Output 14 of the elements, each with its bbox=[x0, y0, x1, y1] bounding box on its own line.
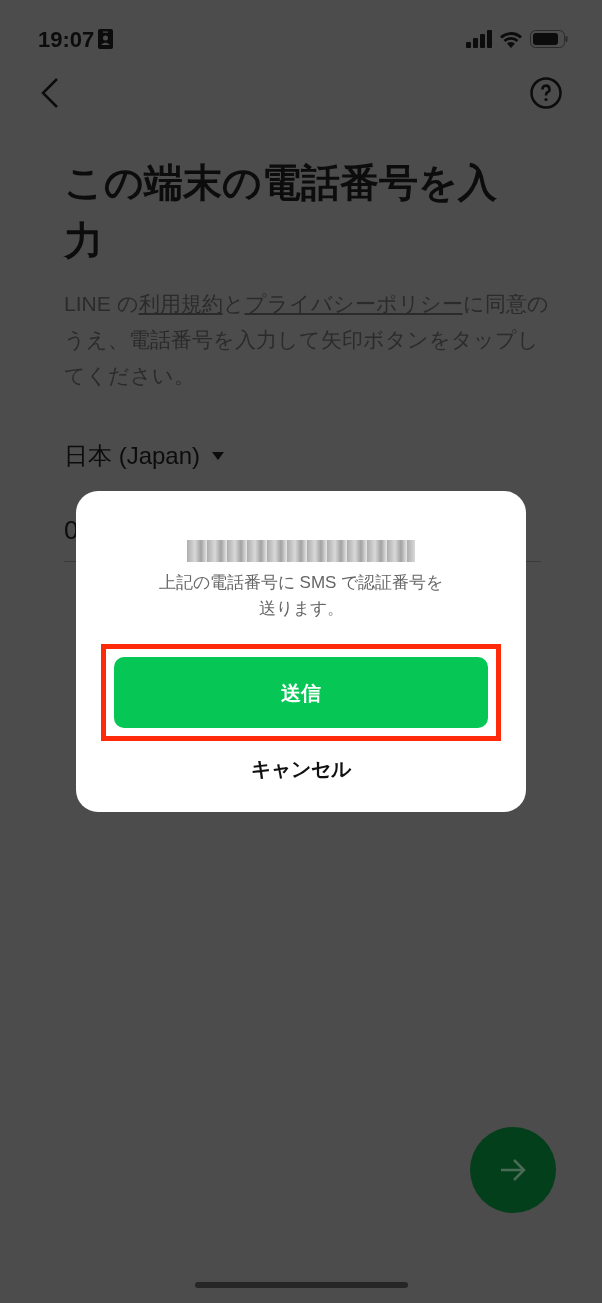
send-button[interactable]: 送信 bbox=[114, 657, 488, 728]
id-card-icon bbox=[98, 29, 114, 49]
dialog-message: 上記の電話番号に SMS で認証番号を送ります。 bbox=[157, 572, 445, 620]
signal-icon bbox=[466, 30, 492, 48]
dropdown-caret-icon[interactable] bbox=[212, 452, 225, 460]
page-title: この端末の電話番号を入力 bbox=[64, 160, 498, 264]
arrow-right-icon bbox=[499, 1158, 527, 1182]
cancel-button[interactable]: キャンセル bbox=[241, 749, 361, 789]
country-selector[interactable]: 日本 (Japan) bbox=[64, 438, 201, 474]
wifi-icon bbox=[499, 30, 523, 48]
back-icon[interactable] bbox=[40, 78, 60, 108]
battery-icon bbox=[530, 30, 568, 48]
help-icon[interactable] bbox=[530, 77, 562, 109]
status-time: 19:07 bbox=[38, 25, 95, 54]
